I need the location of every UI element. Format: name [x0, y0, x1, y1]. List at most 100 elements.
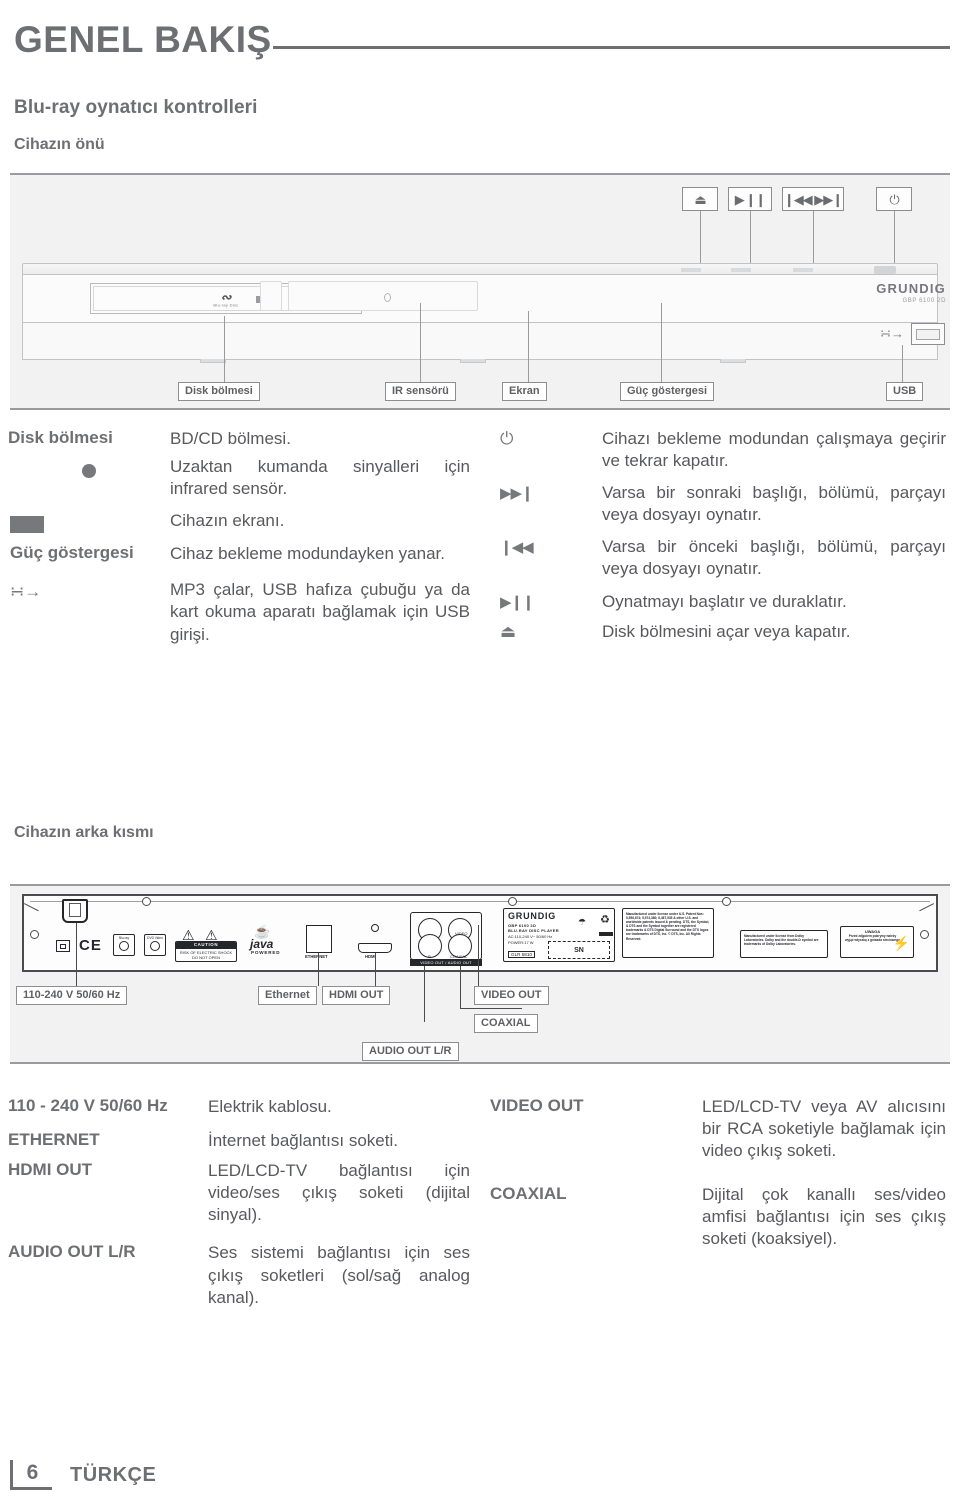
leader-coaxial-v: [460, 966, 461, 1008]
chassis-foot-mid: [460, 359, 486, 363]
dolby-notice-text: Manufactured under license from Dolby La…: [744, 934, 819, 947]
heading-rear: Cihazın arka kısmı: [14, 824, 154, 841]
video-jack-label: VIDEO: [455, 931, 468, 936]
java-powered-label: POWERED: [251, 950, 281, 955]
front-brand: GRUNDIG GBP 6100 2D: [876, 282, 946, 304]
previous-icon: ❙◀◀: [500, 539, 534, 557]
blu-ray-badge-icon: Blu-ray: [113, 934, 135, 956]
table-row: ETHERNET İnternet bağlantısı soketi.: [8, 1130, 478, 1152]
rear-screw-5: [920, 930, 929, 939]
power-icon: ⏻: [500, 429, 514, 448]
caution-label: CAUTION RISK OF ELECTRIC SHOCK DO NOT OP…: [175, 941, 237, 962]
blu-ray-logo-text: Blu-ray Disc: [213, 302, 239, 307]
rear-screw-1: [142, 897, 151, 906]
row-value: Elektrik kablosu.: [208, 1097, 332, 1116]
header-rule: [272, 46, 950, 49]
row-value: Cihaz bekleme modundayken yanar.: [170, 544, 445, 564]
row-value: Cihazı bekleme modundan çalışmaya geçiri…: [602, 429, 946, 471]
pad-play[interactable]: [731, 268, 751, 272]
row-value: Varsa bir önceki başlığı, bölümü, parçay…: [602, 537, 946, 579]
leader-eject: [700, 211, 701, 265]
class-2-icon: [56, 940, 70, 952]
row-key: ETHERNET: [8, 1130, 100, 1150]
table-row: Uzaktan kumanda sinyalleri için infrared…: [8, 456, 478, 500]
rear-screw-2: [508, 897, 517, 906]
table-row: ▶▶❙ Varsa bir sonraki başlığı, bölümü, p…: [490, 482, 956, 526]
dolby-notice-label: Manufactured under license from Dolby La…: [740, 930, 828, 958]
leader-prevnext: [813, 211, 814, 265]
dvd-badge-label: DVD Video: [147, 936, 163, 940]
leader-ir: [420, 303, 421, 382]
display-left-segment: [260, 281, 282, 311]
table-row: AUDIO OUT L/R Ses sistemi bağlantısı içi…: [8, 1242, 478, 1308]
callout-video-out: VIDEO OUT: [474, 986, 549, 1006]
leader-coaxial-h: [460, 1008, 522, 1009]
brand-model: GBP 6100 2D: [902, 298, 946, 304]
eject-button[interactable]: ⏏: [682, 187, 718, 211]
row-value: LED/LCD-TV veya AV alıcısını bir RCA sok…: [702, 1097, 946, 1161]
page-title: GENEL BAKIŞ: [14, 19, 272, 60]
rating-plate-code: GLR 5810: [508, 951, 535, 958]
ce-mark-icon: CE: [79, 937, 102, 954]
callout-audio-out: AUDIO OUT L/R: [362, 1042, 459, 1062]
dvd-badge-icon: DVD Video: [144, 934, 166, 956]
row-key: AUDIO OUT L/R: [8, 1242, 136, 1262]
front-description-table-left: Disk bölmesi BD/CD bölmesi. Uzaktan kuma…: [8, 428, 478, 652]
brand-name: GRUNDIG: [876, 281, 946, 296]
row-key: COAXIAL: [490, 1184, 567, 1204]
row-value: Dijital çok kanallı ses/video amfisi bağ…: [702, 1185, 946, 1249]
leader-ekran: [528, 311, 529, 382]
leader-video-out-v: [478, 925, 479, 986]
table-row: Cihazın ekranı.: [8, 510, 478, 534]
callout-power-input: 110-240 V 50/60 Hz: [16, 986, 128, 1006]
eject-icon: ⏏: [500, 621, 517, 641]
leader-power-input: [76, 923, 77, 986]
java-logo-icon: java: [250, 937, 274, 951]
footer: 6 TÜRKÇE: [10, 1460, 156, 1490]
rear-screw-3: [722, 897, 731, 906]
play-pause-icon: ▶❙❙: [500, 593, 535, 611]
power-icon: ⏻: [889, 191, 899, 207]
power-button[interactable]: ⏻: [876, 187, 912, 211]
weee-bar-icon: [599, 932, 613, 936]
weee-bin-icon: ♻: [600, 914, 610, 926]
front-description-table-right: ⏻ Cihazı bekleme modundan çalışmaya geçi…: [490, 428, 956, 649]
hdmi-port[interactable]: [358, 943, 392, 953]
heading-controls: Blu-ray oynatıcı kontrolleri: [14, 97, 258, 118]
pad-power[interactable]: [874, 266, 896, 274]
pad-eject[interactable]: [681, 268, 701, 272]
av-out-group-label-bar: VIDEO OUT / AUDIO OUT: [410, 959, 482, 966]
callout-hdmi-out: HDMI OUT: [322, 986, 391, 1006]
table-row: ⏻ Cihazı bekleme modundan çalışmaya geçi…: [490, 428, 956, 472]
row-value: LED/LCD-TV bağlantısı için video/ses çık…: [208, 1161, 470, 1225]
leader-ethernet: [318, 953, 319, 986]
chassis-foot-left: [200, 359, 226, 363]
ethernet-port-label: ETHERNET: [305, 954, 328, 959]
table-row: 110 - 240 V 50/60 Hz Elektrik kablosu.: [8, 1096, 478, 1118]
leader-play: [750, 211, 751, 265]
row-value: Uzaktan kumanda sinyalleri için infrared…: [170, 457, 470, 499]
caution-title: CAUTION: [176, 942, 236, 949]
heading-front: Cihazın önü: [14, 136, 105, 153]
ethernet-port[interactable]: [306, 925, 332, 953]
rating-plate-brand: GRUNDIG: [508, 911, 557, 921]
play-pause-button[interactable]: ▶ ❙❙: [728, 187, 772, 211]
ir-sensor-icon: [8, 456, 170, 500]
front-chassis-bottom: [22, 322, 938, 360]
leader-audio-out: [424, 966, 425, 1022]
table-row: VIDEO OUT LED/LCD-TV veya AV alıcısını b…: [490, 1096, 956, 1162]
row-value: Cihazın ekranı.: [170, 511, 285, 531]
caution-line1: RISK OF ELECTRIC SHOCK: [179, 949, 233, 955]
usb-port[interactable]: [911, 323, 945, 345]
usb-port-inner: [916, 328, 940, 340]
leader-guc: [661, 303, 662, 382]
table-row: HDMI OUT LED/LCD-TV bağlantısı için vide…: [8, 1160, 478, 1226]
caution-line2: DO NOT OPEN: [192, 954, 220, 960]
pad-prevnext[interactable]: [793, 268, 813, 272]
leader-disk: [224, 316, 225, 382]
row-value: MP3 çalar, USB hafıza çubuğu ya da kart …: [170, 580, 470, 644]
page-header: GENEL BAKIŞ: [14, 8, 950, 58]
prev-next-button[interactable]: ❙◀◀ ▶▶❙: [782, 187, 844, 211]
leader-usb: [902, 345, 903, 382]
next-icon: ▶▶❙: [500, 485, 534, 503]
